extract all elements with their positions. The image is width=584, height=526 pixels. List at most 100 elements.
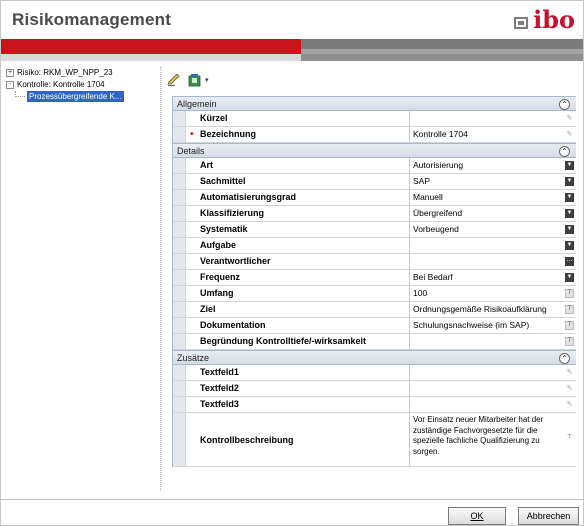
ibo-logo: ibo xyxy=(514,6,575,34)
text-editor-icon[interactable]: T xyxy=(565,321,574,330)
field-label: Umfang xyxy=(186,286,410,301)
field-label: Art xyxy=(186,158,410,173)
text-edit-icon[interactable]: ✎ xyxy=(565,400,574,409)
text-edit-icon[interactable]: ✎ xyxy=(565,114,574,123)
text-edit-icon[interactable]: ✎ xyxy=(565,130,574,139)
row-ziel: Ziel Ordnungsgemäße Risikoaufklärung T xyxy=(173,302,576,318)
section-title: Zusätze xyxy=(177,353,210,363)
text-edit-icon[interactable]: ✎ xyxy=(565,384,574,393)
more-options-icon[interactable]: ... xyxy=(565,256,574,266)
property-grid: Allgemein ⌃ Kürzel ✎ • Bezeichnung Kontro… xyxy=(172,96,576,467)
section-zusaetze[interactable]: Zusätze ⌃ xyxy=(173,350,576,365)
ziel-field[interactable]: Ordnungsgemäße Risikoaufklärung T xyxy=(410,302,576,317)
row-systematik: Systematik Vorbeugend ▼ xyxy=(173,222,576,238)
row-frequenz: Frequenz Bei Bedarf ▼ xyxy=(173,270,576,286)
dropdown-arrow-icon[interactable]: ▼ xyxy=(565,225,574,234)
kontrollbeschreibung-textarea[interactable]: Vor Einsatz neuer Mitarbeiter hat der zu… xyxy=(410,413,576,466)
art-select[interactable]: Autorisierung ▼ xyxy=(410,158,576,173)
field-label: Klassifizierung xyxy=(186,206,410,221)
row-begruendung: Begründung Kontrolltiefe/-wirksamkeit T xyxy=(173,334,576,350)
collapse-chevron-icon[interactable]: ⌃ xyxy=(559,353,570,364)
section-title: Allgemein xyxy=(177,99,217,109)
field-label: Aufgabe xyxy=(186,238,410,253)
row-verantwortlicher: Verantwortlicher ... xyxy=(173,254,576,270)
tree-item-risiko[interactable]: + Risiko: RKM_WP_NPP_23 xyxy=(6,67,156,79)
textfeld3-field[interactable]: ✎ xyxy=(410,397,576,412)
row-klassifizierung: Klassifizierung Übergreifend ▼ xyxy=(173,206,576,222)
field-label: Begründung Kontrolltiefe/-wirksamkeit xyxy=(186,334,410,349)
export-icon[interactable] xyxy=(188,73,202,87)
textfeld2-field[interactable]: ✎ xyxy=(410,381,576,396)
tree-connector xyxy=(15,91,25,97)
tree-item-kontrolle[interactable]: - Kontrolle: Kontrolle 1704 xyxy=(6,79,156,91)
collapse-chevron-icon[interactable]: ⌃ xyxy=(559,99,570,110)
field-label: Sachmittel xyxy=(186,174,410,189)
systematik-select[interactable]: Vorbeugend ▼ xyxy=(410,222,576,237)
field-label: Textfeld2 xyxy=(186,381,410,396)
aufgabe-select[interactable]: ▼ xyxy=(410,238,576,253)
dropdown-arrow-icon[interactable]: ▼ xyxy=(565,193,574,202)
dropdown-arrow-icon[interactable]: ▼ xyxy=(565,241,574,250)
tree-item-label: Risiko: RKM_WP_NPP_23 xyxy=(17,68,113,77)
row-umfang: Umfang 100 T xyxy=(173,286,576,302)
klassifizierung-select[interactable]: Übergreifend ▼ xyxy=(410,206,576,221)
row-aufgabe: Aufgabe ▼ xyxy=(173,238,576,254)
row-kontrollbeschreibung: Kontrollbeschreibung Vor Einsatz neuer M… xyxy=(173,413,576,467)
splitter[interactable] xyxy=(160,67,161,491)
ok-button[interactable]: OK xyxy=(448,507,506,525)
collapse-icon[interactable]: - xyxy=(6,80,14,89)
toolbar-dropdown-icon[interactable]: ▾ xyxy=(205,76,209,84)
automatisierungsgrad-select[interactable]: Manuell ▼ xyxy=(410,190,576,205)
field-label: Automatisierungsgrad xyxy=(186,190,410,205)
footer-divider xyxy=(1,499,583,500)
section-allgemein[interactable]: Allgemein ⌃ xyxy=(173,96,576,111)
row-sachmittel: Sachmittel SAP ▼ xyxy=(173,174,576,190)
expand-icon[interactable]: + xyxy=(6,68,14,77)
field-label: Systematik xyxy=(186,222,410,237)
section-title: Details xyxy=(177,146,205,156)
umfang-field[interactable]: 100 T xyxy=(410,286,576,301)
textfeld1-field[interactable]: ✎ xyxy=(410,365,576,380)
field-label: Verantwortlicher xyxy=(186,254,410,269)
dropdown-arrow-icon[interactable]: ▼ xyxy=(565,273,574,282)
kuerzel-field[interactable]: ✎ xyxy=(410,111,576,126)
section-details[interactable]: Details ⌃ xyxy=(173,143,576,158)
text-edit-icon[interactable]: T xyxy=(565,433,574,442)
bezeichnung-field[interactable]: Kontrolle 1704 ✎ xyxy=(410,127,576,142)
row-bezeichnung: • Bezeichnung Kontrolle 1704 ✎ xyxy=(173,127,576,143)
verantwortlicher-field[interactable]: ... xyxy=(410,254,576,269)
field-label: Kürzel xyxy=(186,111,410,126)
frequenz-select[interactable]: Bei Bedarf ▼ xyxy=(410,270,576,285)
text-editor-icon[interactable]: T xyxy=(565,337,574,346)
field-label: Ziel xyxy=(186,302,410,317)
sachmittel-select[interactable]: SAP ▼ xyxy=(410,174,576,189)
text-editor-icon[interactable]: T xyxy=(565,289,574,298)
row-automatisierungsgrad: Automatisierungsgrad Manuell ▼ xyxy=(173,190,576,206)
row-kuerzel: Kürzel ✎ xyxy=(173,111,576,127)
app-title: Risikomanagement xyxy=(12,10,172,29)
row-art: Art Autorisierung ▼ xyxy=(173,158,576,174)
text-editor-icon[interactable]: T xyxy=(565,305,574,314)
header-subbar-dark xyxy=(301,54,583,61)
dropdown-arrow-icon[interactable]: ▼ xyxy=(565,209,574,218)
tree-item-label-selected: Prozessübergreifende K... xyxy=(27,91,124,102)
field-label: Frequenz xyxy=(186,270,410,285)
field-label: Textfeld3 xyxy=(186,397,410,412)
required-marker: • xyxy=(190,129,194,140)
header-bar-red xyxy=(1,39,301,54)
tree-item-prozess[interactable]: Prozessübergreifende K... xyxy=(6,91,156,103)
logo-box-icon xyxy=(514,17,529,29)
dialog-window: Risikomanagement ibo + Risiko: RKM_WP_NPP… xyxy=(0,0,584,526)
toolbar: ▾ xyxy=(163,72,243,88)
edit-icon[interactable] xyxy=(167,73,181,86)
dropdown-arrow-icon[interactable]: ▼ xyxy=(565,177,574,186)
text-edit-icon[interactable]: ✎ xyxy=(565,368,574,377)
logo-text: ibo xyxy=(533,5,575,34)
dokumentation-field[interactable]: Schulungsnachweise (im SAP) T xyxy=(410,318,576,333)
field-label: Dokumentation xyxy=(186,318,410,333)
begruendung-field[interactable]: T xyxy=(410,334,576,349)
dropdown-arrow-icon[interactable]: ▼ xyxy=(565,161,574,170)
collapse-chevron-icon[interactable]: ⌃ xyxy=(559,146,570,157)
cancel-button[interactable]: Abbrechen xyxy=(518,507,579,525)
field-label: Textfeld1 xyxy=(186,365,410,380)
